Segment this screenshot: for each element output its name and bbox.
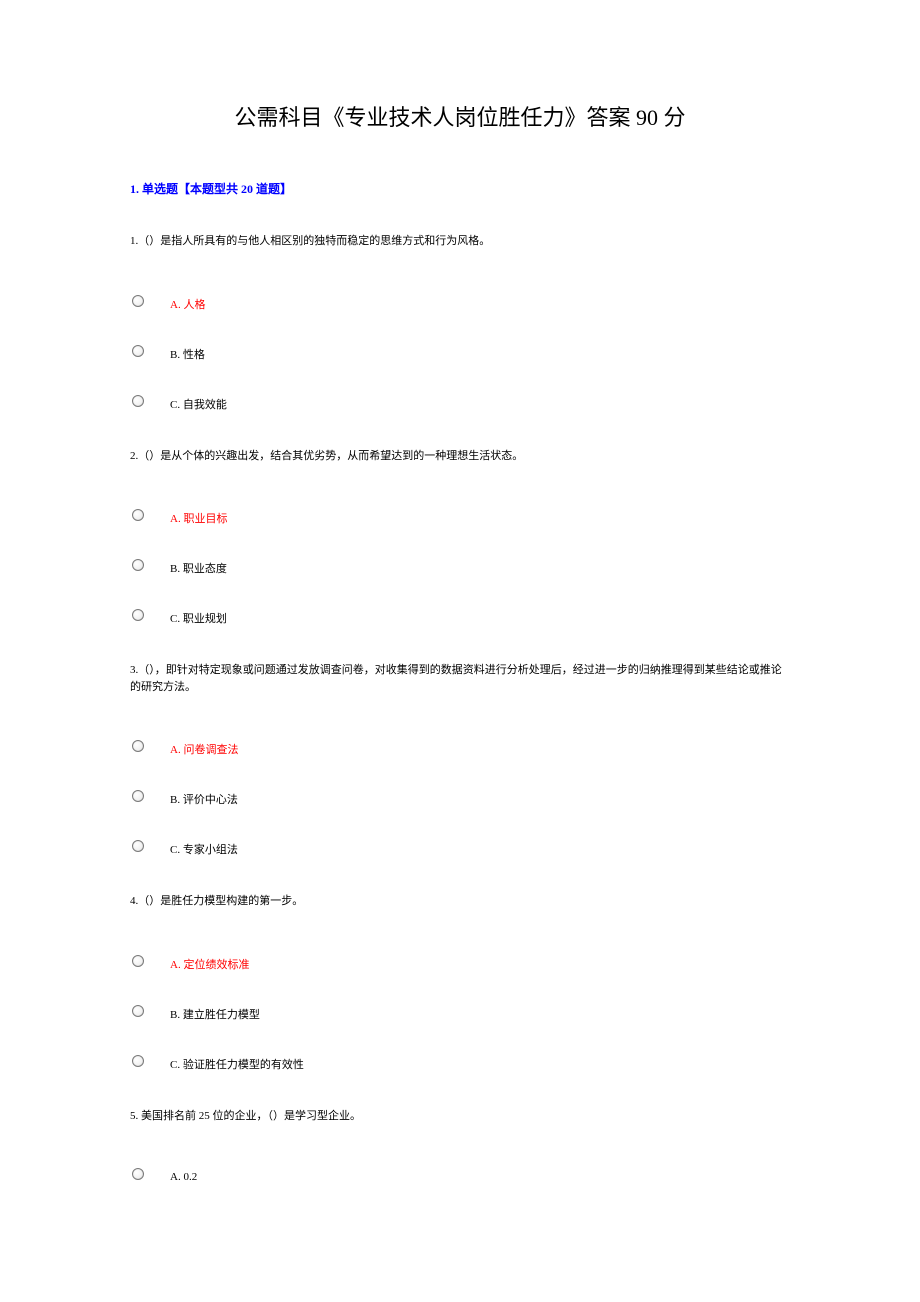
radio-icon[interactable] [132,1168,144,1180]
radio-holder [130,1168,170,1180]
radio-icon[interactable] [132,509,144,521]
radio-icon[interactable] [132,1055,144,1067]
question-block: 1.（）是指人所具有的与他人相区别的独特而稳定的思维方式和行为风格。 A. 人格 B… [130,233,790,412]
radio-icon[interactable] [132,1005,144,1017]
radio-icon[interactable] [132,740,144,752]
radio-holder [130,509,170,521]
question-stem: 2.（）是从个体的兴趣出发，结合其优劣势，从而希望达到的一种理想生活状态。 [130,448,790,465]
radio-holder [130,609,170,621]
option-row: A. 人格 [130,290,790,312]
option-label: B. 性格 [170,340,205,362]
option-row: B. 建立胜任力模型 [130,1000,790,1022]
option-row: B. 职业态度 [130,554,790,576]
questions-container: 1.（）是指人所具有的与他人相区别的独特而稳定的思维方式和行为风格。 A. 人格 B… [130,233,790,1184]
option-label: A. 定位绩效标准 [170,950,249,972]
option-label: A. 人格 [170,290,205,312]
option-label: C. 专家小组法 [170,835,238,857]
option-row: C. 专家小组法 [130,835,790,857]
radio-holder [130,740,170,752]
radio-holder [130,1055,170,1067]
radio-holder [130,395,170,407]
option-label: A. 0.2 [170,1165,197,1183]
radio-icon[interactable] [132,395,144,407]
page-title: 公需科目《专业技术人岗位胜任力》答案 90 分 [130,100,790,132]
option-row: A. 问卷调查法 [130,735,790,757]
radio-holder [130,955,170,967]
radio-icon[interactable] [132,295,144,307]
option-label: C. 自我效能 [170,390,227,412]
radio-icon[interactable] [132,790,144,802]
question-stem: 3.（），即针对特定现象或问题通过发放调查问卷，对收集得到的数据资料进行分析处理… [130,662,790,695]
radio-holder [130,345,170,357]
option-row: B. 评价中心法 [130,785,790,807]
option-label: A. 问卷调查法 [170,735,238,757]
option-row: C. 自我效能 [130,390,790,412]
option-row: B. 性格 [130,340,790,362]
option-row: C. 验证胜任力模型的有效性 [130,1050,790,1072]
question-block: 4.（）是胜任力模型构建的第一步。 A. 定位绩效标准 B. 建立胜任力模型 C. 验… [130,893,790,1072]
radio-icon[interactable] [132,609,144,621]
radio-holder [130,559,170,571]
option-row: A. 定位绩效标准 [130,950,790,972]
option-row: A. 0.2 [130,1164,790,1184]
question-stem: 1.（）是指人所具有的与他人相区别的独特而稳定的思维方式和行为风格。 [130,233,790,250]
radio-icon[interactable] [132,840,144,852]
option-label: B. 职业态度 [170,554,227,576]
option-label: C. 验证胜任力模型的有效性 [170,1050,304,1072]
radio-holder [130,1005,170,1017]
radio-holder [130,790,170,802]
option-row: C. 职业规划 [130,604,790,626]
question-block: 3.（），即针对特定现象或问题通过发放调查问卷，对收集得到的数据资料进行分析处理… [130,662,790,857]
section-header: 1. 单选题【本题型共 20 道题】 [130,180,790,197]
option-label: B. 评价中心法 [170,785,238,807]
option-label: C. 职业规划 [170,604,227,626]
question-stem: 5. 美国排名前 25 位的企业，（）是学习型企业。 [130,1108,790,1125]
radio-holder [130,840,170,852]
radio-icon[interactable] [132,559,144,571]
option-label: A. 职业目标 [170,504,227,526]
radio-holder [130,295,170,307]
question-block: 2.（）是从个体的兴趣出发，结合其优劣势，从而希望达到的一种理想生活状态。 A. … [130,448,790,627]
radio-icon[interactable] [132,955,144,967]
radio-icon[interactable] [132,345,144,357]
option-row: A. 职业目标 [130,504,790,526]
option-label: B. 建立胜任力模型 [170,1000,260,1022]
question-stem: 4.（）是胜任力模型构建的第一步。 [130,893,790,910]
question-block: 5. 美国排名前 25 位的企业，（）是学习型企业。 A. 0.2 [130,1108,790,1185]
